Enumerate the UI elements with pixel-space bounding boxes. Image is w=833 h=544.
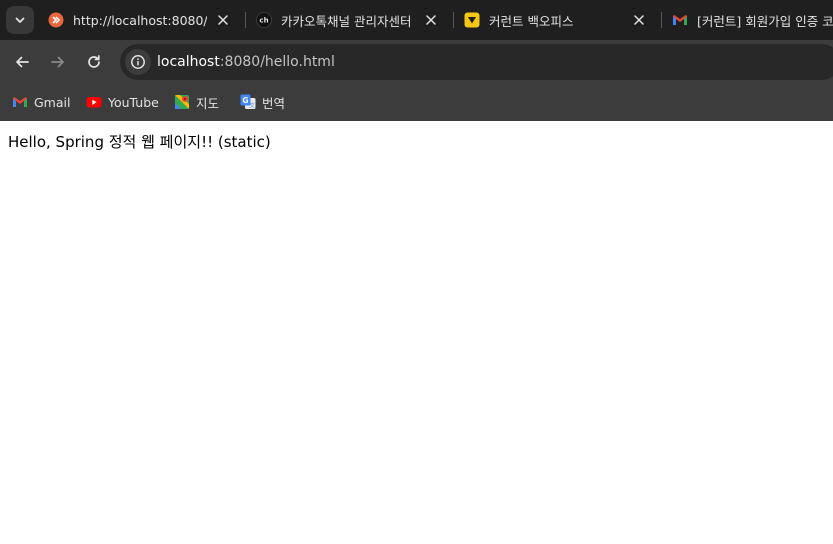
tab-separator [661, 12, 662, 28]
tab-currant-backoffice[interactable]: 커런트 백오피스 [464, 0, 654, 40]
tab-strip: http://localhost:8080/api ch 카카오톡채널 관리자센… [0, 0, 833, 40]
tab-kakao-channel[interactable]: ch 카카오톡채널 관리자센터 [256, 0, 446, 40]
bookmark-youtube[interactable]: YouTube [86, 91, 159, 113]
chevron-down-icon [15, 17, 25, 23]
bookmark-gmail[interactable]: Gmail [12, 91, 70, 113]
bookmark-translate[interactable]: G 文 번역 [240, 91, 285, 113]
youtube-icon [86, 94, 102, 110]
address-bar[interactable]: localhost:8080/hello.html [120, 44, 833, 80]
tab-gmail-verification[interactable]: [커런트] 회원가입 인증 코 [672, 0, 833, 40]
tab-title: 카카오톡채널 관리자센터 [281, 13, 412, 29]
back-button[interactable] [10, 50, 34, 74]
tab-close-button[interactable] [634, 0, 644, 40]
tab-close-button[interactable] [218, 0, 228, 40]
tab-search-button[interactable] [6, 6, 34, 34]
tab-close-button[interactable] [426, 0, 436, 40]
reload-button[interactable] [82, 50, 106, 74]
kakao-channel-favicon-icon: ch [256, 12, 272, 28]
gmail-icon [12, 94, 28, 110]
forward-button[interactable] [46, 50, 70, 74]
tab-title: 커런트 백오피스 [489, 13, 574, 29]
info-icon [131, 55, 145, 69]
bookmark-label: Gmail [34, 94, 71, 110]
close-icon [634, 15, 644, 25]
url-path: :8080/hello.html [219, 54, 335, 70]
bookmark-label: YouTube [108, 94, 159, 110]
maps-icon [174, 94, 190, 110]
arrow-right-icon [51, 56, 64, 68]
tab-separator [245, 12, 246, 28]
browser-toolbar: localhost:8080/hello.html [0, 40, 833, 84]
bookmark-label: 지도 [196, 95, 220, 111]
gmail-favicon-icon [672, 12, 688, 28]
close-icon [218, 15, 228, 25]
arrow-left-icon [16, 56, 29, 68]
svg-text:文: 文 [249, 102, 255, 110]
swagger-favicon-icon [48, 12, 64, 28]
bookmark-label: 번역 [262, 95, 286, 111]
url-host: localhost [157, 54, 220, 70]
tab-title: [커런트] 회원가입 인증 코 [697, 13, 833, 29]
reload-icon [88, 55, 100, 68]
bookmark-maps[interactable]: 지도 [174, 91, 219, 113]
close-icon [426, 15, 436, 25]
svg-text:G: G [242, 96, 248, 105]
page-viewport: Hello, Spring 정적 웹 페이지!! (static) [0, 121, 833, 544]
tab-separator [453, 12, 454, 28]
site-info-button[interactable] [125, 49, 151, 75]
url-text[interactable]: localhost:8080/hello.html [157, 44, 335, 80]
translate-icon: G 文 [240, 94, 256, 110]
page-body-text: Hello, Spring 정적 웹 페이지!! (static) [8, 133, 271, 151]
tab-localhost-api[interactable]: http://localhost:8080/api [48, 0, 238, 40]
svg-text:ch: ch [259, 17, 268, 25]
bookmarks-bar: Gmail YouTube 지도 G 文 번역 [0, 84, 833, 121]
currant-favicon-icon [464, 12, 480, 28]
tab-title: http://localhost:8080/api [73, 12, 207, 28]
